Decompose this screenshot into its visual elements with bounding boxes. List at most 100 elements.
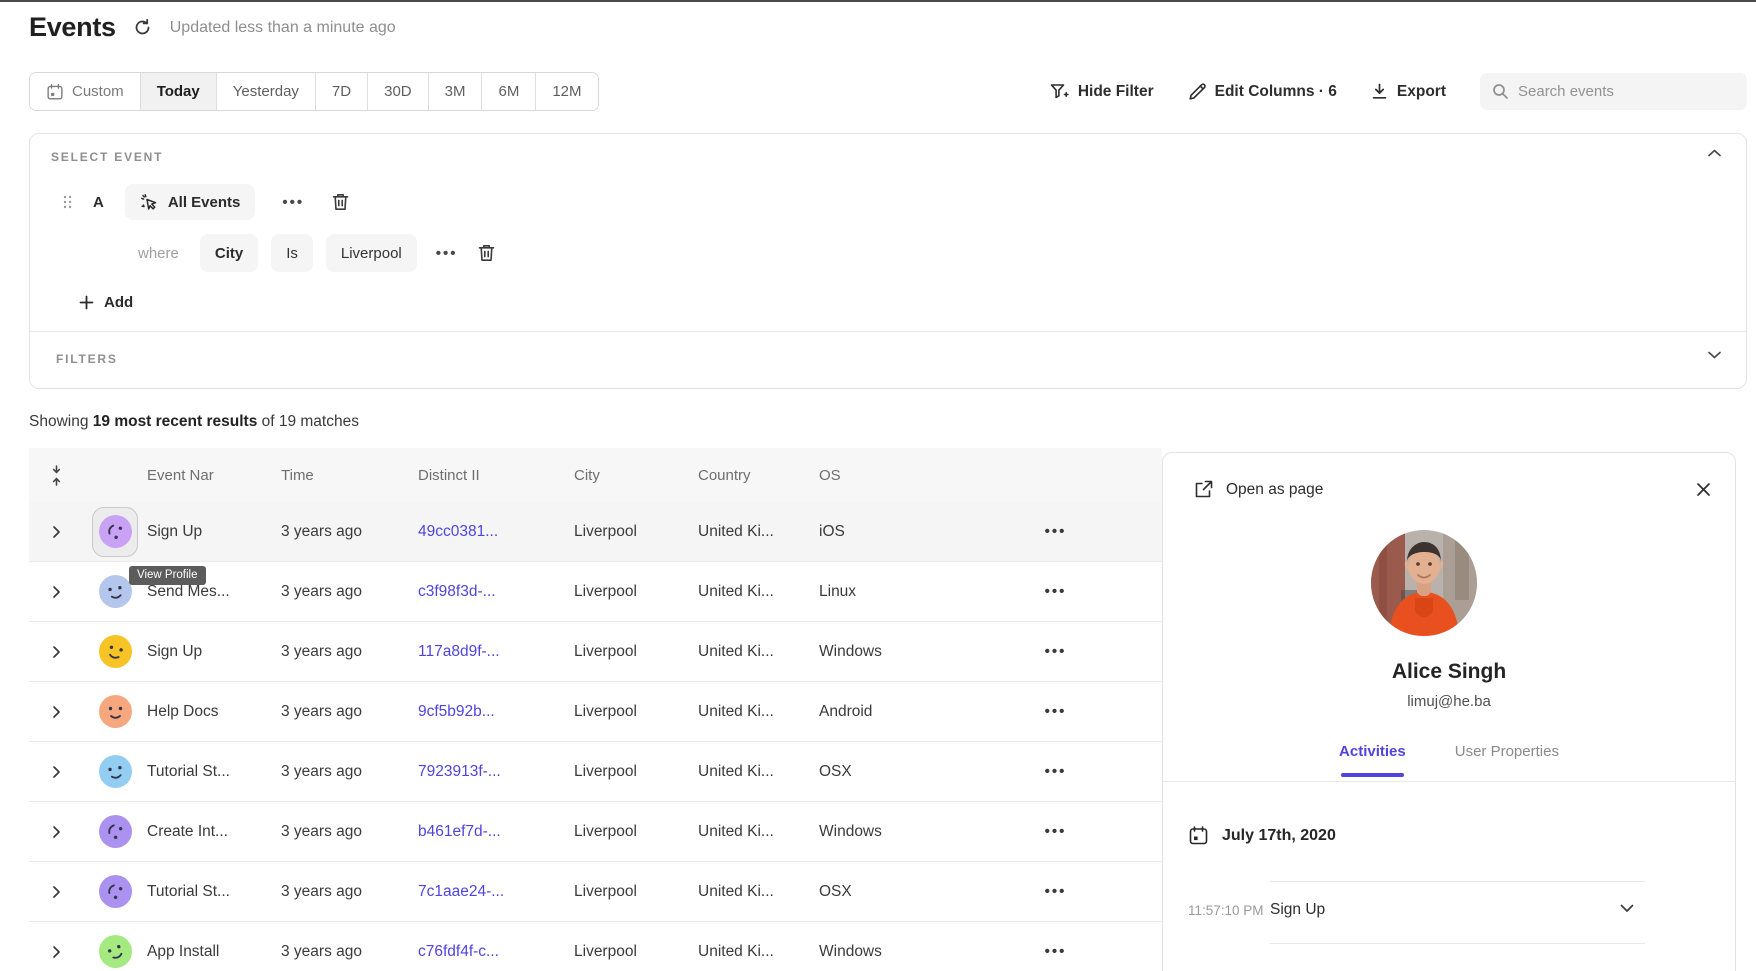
col-header-city[interactable]: City xyxy=(574,467,698,484)
user-avatar-icon[interactable] xyxy=(99,935,132,968)
expand-row-chevron-right-icon[interactable] xyxy=(29,585,83,599)
country-cell: United Ki... xyxy=(698,823,819,841)
date-range-6m[interactable]: 6M xyxy=(482,73,536,110)
collapse-section-chevron-up-icon[interactable] xyxy=(1707,148,1722,158)
date-range-label: Custom xyxy=(72,83,124,100)
edit-columns-button[interactable]: Edit Columns · 6 xyxy=(1188,83,1337,101)
date-range-12m[interactable]: 12M xyxy=(536,73,597,110)
row-more-icon[interactable]: ••• xyxy=(949,703,1162,720)
operator-button[interactable]: Is xyxy=(271,234,313,272)
distinct-id-link[interactable]: 7923913f-... xyxy=(418,763,501,780)
user-avatar-icon[interactable] xyxy=(99,755,132,788)
drag-handle-icon[interactable] xyxy=(63,195,72,209)
collapse-rows-icon[interactable] xyxy=(29,465,83,486)
value-button[interactable]: Liverpool xyxy=(326,234,417,272)
refresh-icon[interactable] xyxy=(132,17,154,39)
expand-row-chevron-right-icon[interactable] xyxy=(29,645,83,659)
date-range-custom[interactable]: Custom xyxy=(30,73,141,110)
row-more-icon[interactable]: ••• xyxy=(949,583,1162,600)
row-more-icon[interactable]: ••• xyxy=(949,943,1162,960)
row-more-icon[interactable]: ••• xyxy=(949,643,1162,660)
distinct-id-link[interactable]: b461ef7d-... xyxy=(418,823,501,840)
col-header-event-name[interactable]: Event Nar xyxy=(147,467,281,484)
date-range-label: 30D xyxy=(384,83,412,100)
event-selector-label: All Events xyxy=(168,194,241,211)
date-range-yesterday[interactable]: Yesterday xyxy=(217,73,316,110)
distinct-id-link[interactable]: c3f98f3d-... xyxy=(418,583,496,600)
event-row-trash-icon[interactable] xyxy=(331,192,350,212)
user-avatar-icon[interactable] xyxy=(99,695,132,728)
event-selector-button[interactable]: All Events xyxy=(125,184,256,220)
expand-row-chevron-right-icon[interactable] xyxy=(29,945,83,959)
distinct-id-link[interactable]: 7c1aae24-... xyxy=(418,883,504,900)
property-button[interactable]: City xyxy=(200,234,258,272)
table-row[interactable]: Sign Up 3 years ago 117a8d9f-... Liverpo… xyxy=(29,622,1162,682)
user-avatar-icon[interactable] xyxy=(99,635,132,668)
expand-row-chevron-right-icon[interactable] xyxy=(29,705,83,719)
date-range-label: Today xyxy=(157,83,200,100)
activity-divider-top xyxy=(1270,881,1645,882)
table-row[interactable]: Tutorial St... 3 years ago 7923913f-... … xyxy=(29,742,1162,802)
row-more-icon[interactable]: ••• xyxy=(949,763,1162,780)
table-row[interactable]: Help Docs 3 years ago 9cf5b92b... Liverp… xyxy=(29,682,1162,742)
add-label: Add xyxy=(104,294,133,311)
col-header-os[interactable]: OS xyxy=(819,467,949,484)
row-more-icon[interactable]: ••• xyxy=(949,883,1162,900)
city-cell: Liverpool xyxy=(574,883,698,901)
avatar-hover-highlight[interactable] xyxy=(92,507,138,557)
date-range-7d[interactable]: 7D xyxy=(316,73,368,110)
distinct-id-link[interactable]: c76fdf4f-c... xyxy=(418,943,499,960)
expand-row-chevron-right-icon[interactable] xyxy=(29,825,83,839)
search-events-box xyxy=(1480,73,1747,110)
row-more-icon[interactable]: ••• xyxy=(949,823,1162,840)
table-row[interactable]: Tutorial St... 3 years ago 7c1aae24-... … xyxy=(29,862,1162,922)
activity-expand-chevron-down-icon[interactable] xyxy=(1620,904,1634,913)
col-header-country[interactable]: Country xyxy=(698,467,819,484)
tab-user-properties[interactable]: User Properties xyxy=(1455,743,1559,772)
results-count: 19 most recent results xyxy=(93,413,258,430)
event-row-a: A All Events ••• xyxy=(63,184,350,220)
event-row-more-icon[interactable]: ••• xyxy=(276,194,310,211)
close-panel-icon[interactable] xyxy=(1696,482,1711,497)
avatar-cell xyxy=(83,755,147,788)
filter-builder-card: SELECT EVENT A xyxy=(29,133,1747,389)
export-button[interactable]: Export xyxy=(1371,83,1446,101)
where-row-more-icon[interactable]: ••• xyxy=(430,245,464,262)
tab-activities[interactable]: Activities xyxy=(1339,743,1406,772)
user-avatar-icon[interactable] xyxy=(99,515,132,548)
user-avatar-icon[interactable] xyxy=(99,575,132,608)
os-cell: iOS xyxy=(819,523,949,541)
row-more-icon[interactable]: ••• xyxy=(949,523,1162,540)
table-row[interactable]: Sign Up 3 years ago 49cc0381... Liverpoo… xyxy=(29,502,1162,562)
distinct-id-link[interactable]: 117a8d9f-... xyxy=(418,643,500,660)
col-header-time[interactable]: Time xyxy=(281,467,418,484)
hide-filter-button[interactable]: Hide Filter xyxy=(1050,83,1154,101)
col-header-distinct-id[interactable]: Distinct II xyxy=(418,467,574,484)
download-icon xyxy=(1371,83,1388,100)
user-avatar-icon[interactable] xyxy=(99,815,132,848)
date-range-3m[interactable]: 3M xyxy=(429,73,483,110)
search-events-input[interactable] xyxy=(1518,83,1735,100)
distinct-id-link[interactable]: 49cc0381... xyxy=(418,523,498,540)
user-avatar-icon[interactable] xyxy=(99,875,132,908)
event-row-letter: A xyxy=(93,194,104,211)
event-cursor-icon xyxy=(140,193,159,212)
date-range-today[interactable]: Today xyxy=(141,73,217,110)
value-label: Liverpool xyxy=(341,245,402,262)
edit-columns-label: Edit Columns · 6 xyxy=(1215,83,1337,101)
expand-row-chevron-right-icon[interactable] xyxy=(29,525,83,539)
expand-filters-chevron-down-icon[interactable] xyxy=(1707,350,1722,360)
table-row[interactable]: Create Int... 3 years ago b461ef7d-... L… xyxy=(29,802,1162,862)
profile-photo[interactable] xyxy=(1371,530,1477,636)
add-event-button[interactable]: Add xyxy=(79,294,133,311)
expand-row-chevron-right-icon[interactable] xyxy=(29,765,83,779)
distinct-id-link[interactable]: 9cf5b92b... xyxy=(418,703,495,720)
expand-row-chevron-right-icon[interactable] xyxy=(29,885,83,899)
event-name-cell: Send Mes... xyxy=(147,583,281,601)
where-row-trash-icon[interactable] xyxy=(477,243,496,263)
os-cell: OSX xyxy=(819,883,949,901)
open-as-page-button[interactable]: Open as page xyxy=(1194,480,1323,499)
table-row[interactable]: App Install 3 years ago c76fdf4f-c... Li… xyxy=(29,922,1162,971)
activity-event-name: Sign Up xyxy=(1270,901,1325,919)
date-range-30d[interactable]: 30D xyxy=(368,73,429,110)
